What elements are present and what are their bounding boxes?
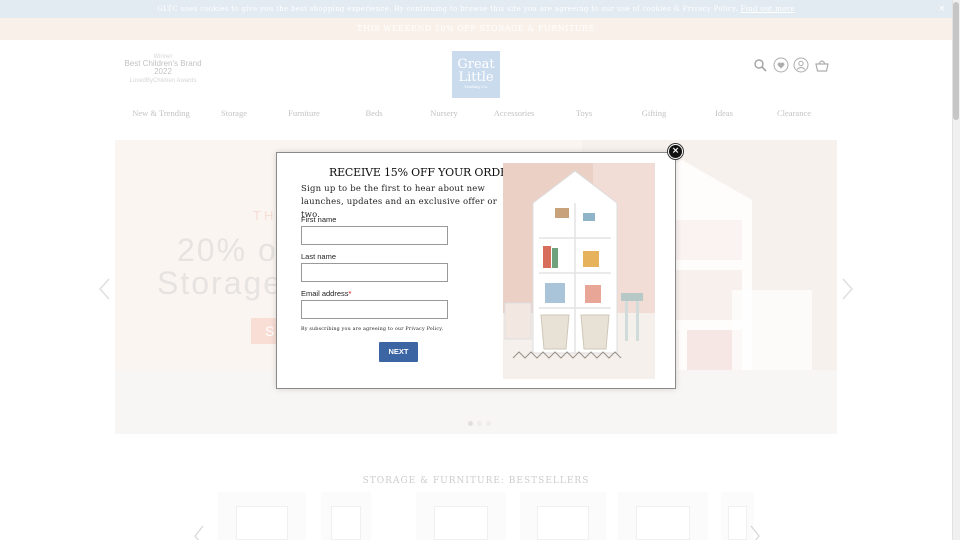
page: GLTC uses cookies to give you the best s…	[0, 0, 952, 540]
privacy-consent-text: By subscribing you are agreeing to our P…	[301, 327, 444, 332]
email-field[interactable]	[301, 300, 448, 319]
last-name-label: Last name	[301, 252, 337, 261]
scrollbar[interactable]	[952, 0, 960, 540]
first-name-label: First name	[301, 215, 337, 224]
scrollbar-thumb[interactable]	[953, 2, 959, 120]
email-label-text: Email address	[301, 289, 349, 298]
email-label: Email address*	[301, 289, 351, 298]
modal-product-image	[503, 163, 655, 379]
next-button[interactable]: NEXT	[379, 342, 418, 362]
required-mark: *	[348, 289, 352, 298]
modal-close-icon[interactable]: ×	[668, 144, 683, 159]
newsletter-modal: RECEIVE 15% OFF YOUR ORDER Sign up to be…	[276, 152, 676, 389]
first-name-field[interactable]	[301, 226, 448, 245]
last-name-field[interactable]	[301, 263, 448, 282]
modal-heading: RECEIVE 15% OFF YOUR ORDER	[329, 166, 516, 179]
